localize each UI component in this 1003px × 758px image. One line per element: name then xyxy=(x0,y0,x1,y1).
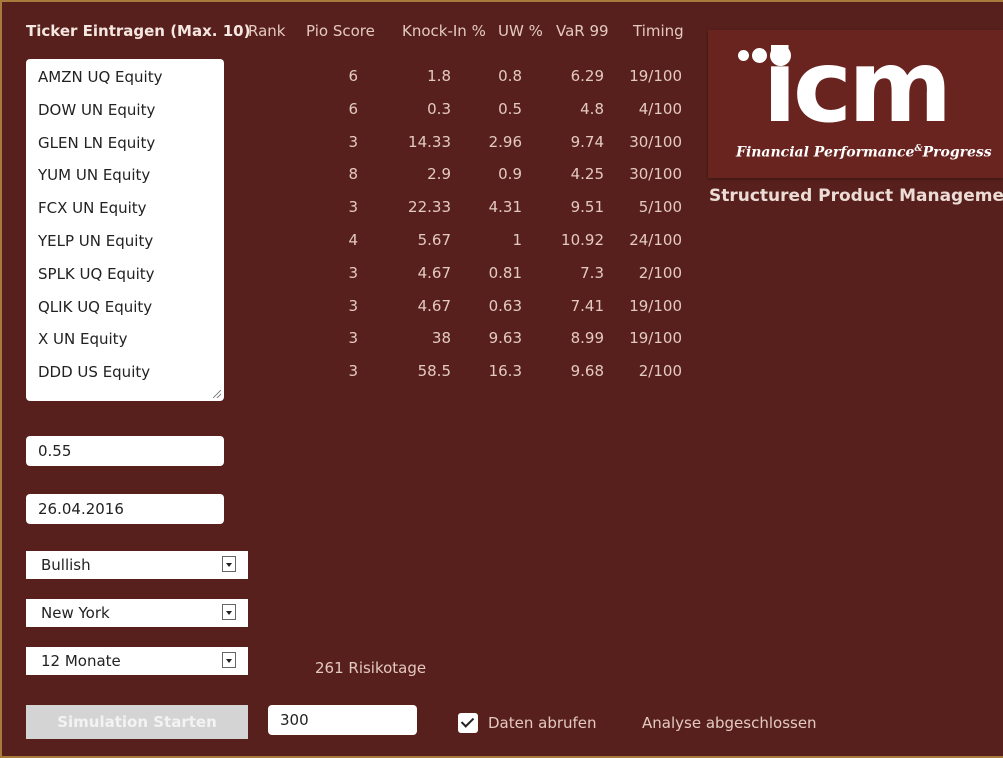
knockin-cell: 5.67 xyxy=(417,230,451,249)
knockin-cell: 58.5 xyxy=(417,362,451,381)
timing-cell: 19/100 xyxy=(629,329,682,348)
timing-cell: 24/100 xyxy=(629,230,682,249)
timing-cell: 2/100 xyxy=(638,263,682,282)
pio_scores-cell: 3 xyxy=(348,296,358,315)
timing-cell: 5/100 xyxy=(638,198,682,217)
market-value: New York xyxy=(41,604,110,622)
pio_scores-cell: 3 xyxy=(348,362,358,381)
simulations-input[interactable]: 300 xyxy=(268,705,417,735)
period-select[interactable]: 12 Monate xyxy=(26,647,248,675)
ticker-line: AMZN UQ Equity xyxy=(38,68,163,86)
uw-cell: 2.96 xyxy=(488,132,522,151)
uw-cell: 0.63 xyxy=(488,296,522,315)
uw-header: UW % xyxy=(498,22,543,40)
knockin-cell: 0.3 xyxy=(427,99,451,118)
uw-cell: 0.8 xyxy=(498,67,522,85)
timing-cell: 19/100 xyxy=(629,67,682,85)
ticker-line: DOW UN Equity xyxy=(38,100,156,119)
timing-cell: 30/100 xyxy=(629,132,682,151)
var99-cell: 10.92 xyxy=(561,230,604,249)
var99-cell: 7.41 xyxy=(570,296,604,315)
status-text: Analyse abgeschlossen xyxy=(642,714,817,732)
var99-cell: 9.74 xyxy=(570,132,604,151)
fetch-data-label: Daten abrufen xyxy=(488,714,597,732)
var99-cell: 8.99 xyxy=(570,329,604,348)
level-input[interactable]: 0.55 xyxy=(26,436,224,466)
knockin-cell: 4.67 xyxy=(417,263,451,282)
fetch-data-checkbox[interactable] xyxy=(458,713,478,733)
sentiment-select[interactable]: Bullish xyxy=(26,551,248,579)
var99-cell: 7.3 xyxy=(580,263,604,282)
icm-logo: icm Financial Performance&Progress xyxy=(708,28,1003,178)
uw-cell: 16.3 xyxy=(488,362,522,381)
logo-tagline: Financial Performance&Progress xyxy=(736,144,992,161)
risk-days-label: 261 Risikotage xyxy=(315,659,427,677)
ticker-line: X UN Equity xyxy=(38,330,128,349)
var99-cell: 6.29 xyxy=(570,67,604,85)
logo-wordmark: icm xyxy=(762,28,953,145)
pio-score-header: Pio Score xyxy=(306,22,375,40)
timing-cell: 30/100 xyxy=(629,165,682,184)
ticker-line: GLEN LN Equity xyxy=(38,133,156,152)
ticker-line: FCX UN Equity xyxy=(38,199,147,218)
ticker-line: YELP UN Equity xyxy=(38,231,154,250)
ticker-textarea[interactable]: AMZN UQ Equity DOW UN Equity GLEN LN Equit… xyxy=(26,59,224,401)
knock-in-header: Knock-In % xyxy=(402,22,486,40)
timing-header: Timing xyxy=(633,22,684,40)
dropdown-arrow-icon[interactable] xyxy=(222,556,236,572)
ticker-line: YUM UN Equity xyxy=(38,166,151,185)
uw-cell: 0.81 xyxy=(488,263,522,282)
resize-handle-icon[interactable] xyxy=(213,390,221,398)
rank-header: Rank xyxy=(248,22,286,40)
var99-cell: 4.25 xyxy=(570,165,604,184)
pio_scores-cell: 3 xyxy=(348,263,358,282)
knockin-cell: 38 xyxy=(431,329,451,348)
knockin-cell: 4.67 xyxy=(417,296,451,315)
pio_scores-cell: 4 xyxy=(348,230,358,249)
ticker-line: SPLK UQ Equity xyxy=(38,264,155,283)
uw-cell: 0.5 xyxy=(498,99,522,118)
var99-cell: 9.68 xyxy=(570,362,604,381)
pio_scores-cell: 3 xyxy=(348,198,358,217)
market-select[interactable]: New York xyxy=(26,599,248,627)
uw-cell: 4.31 xyxy=(488,198,522,217)
knockin-cell: 1.8 xyxy=(427,67,451,85)
date-input[interactable]: 26.04.2016 xyxy=(26,494,224,524)
pio_scores-cell: 6 xyxy=(348,99,358,118)
ticker-line: DDD US Equity xyxy=(38,363,151,382)
uw-cell: 0.9 xyxy=(498,165,522,184)
knockin-cell: 22.33 xyxy=(408,198,451,217)
period-value: 12 Monate xyxy=(41,652,121,670)
uw-cell: 9.63 xyxy=(488,329,522,348)
pio_scores-cell: 8 xyxy=(348,165,358,184)
pio_scores-cell: 3 xyxy=(348,132,358,151)
var99-cell: 9.51 xyxy=(570,198,604,217)
knockin-cell: 14.33 xyxy=(408,132,451,151)
var99-header: VaR 99 xyxy=(556,22,609,40)
timing-cell: 4/100 xyxy=(638,99,682,118)
sentiment-value: Bullish xyxy=(41,556,91,574)
timing-cell: 19/100 xyxy=(629,296,682,315)
ticker-line: QLIK UQ Equity xyxy=(38,297,153,316)
simulation-start-button[interactable]: Simulation Starten xyxy=(26,705,248,739)
var99-cell: 4.8 xyxy=(580,99,604,118)
timing-cell: 2/100 xyxy=(638,362,682,381)
pio_scores-cell: 3 xyxy=(348,329,358,348)
uw-cell: 1 xyxy=(512,230,522,249)
dropdown-arrow-icon[interactable] xyxy=(222,604,236,620)
pio_scores-cell: 6 xyxy=(348,67,358,85)
knockin-cell: 2.9 xyxy=(427,165,451,184)
brand-subtitle: Structured Product Management xyxy=(709,186,1003,206)
dropdown-arrow-icon[interactable] xyxy=(222,652,236,668)
ticker-header: Ticker Eintragen (Max. 10) xyxy=(26,22,251,40)
